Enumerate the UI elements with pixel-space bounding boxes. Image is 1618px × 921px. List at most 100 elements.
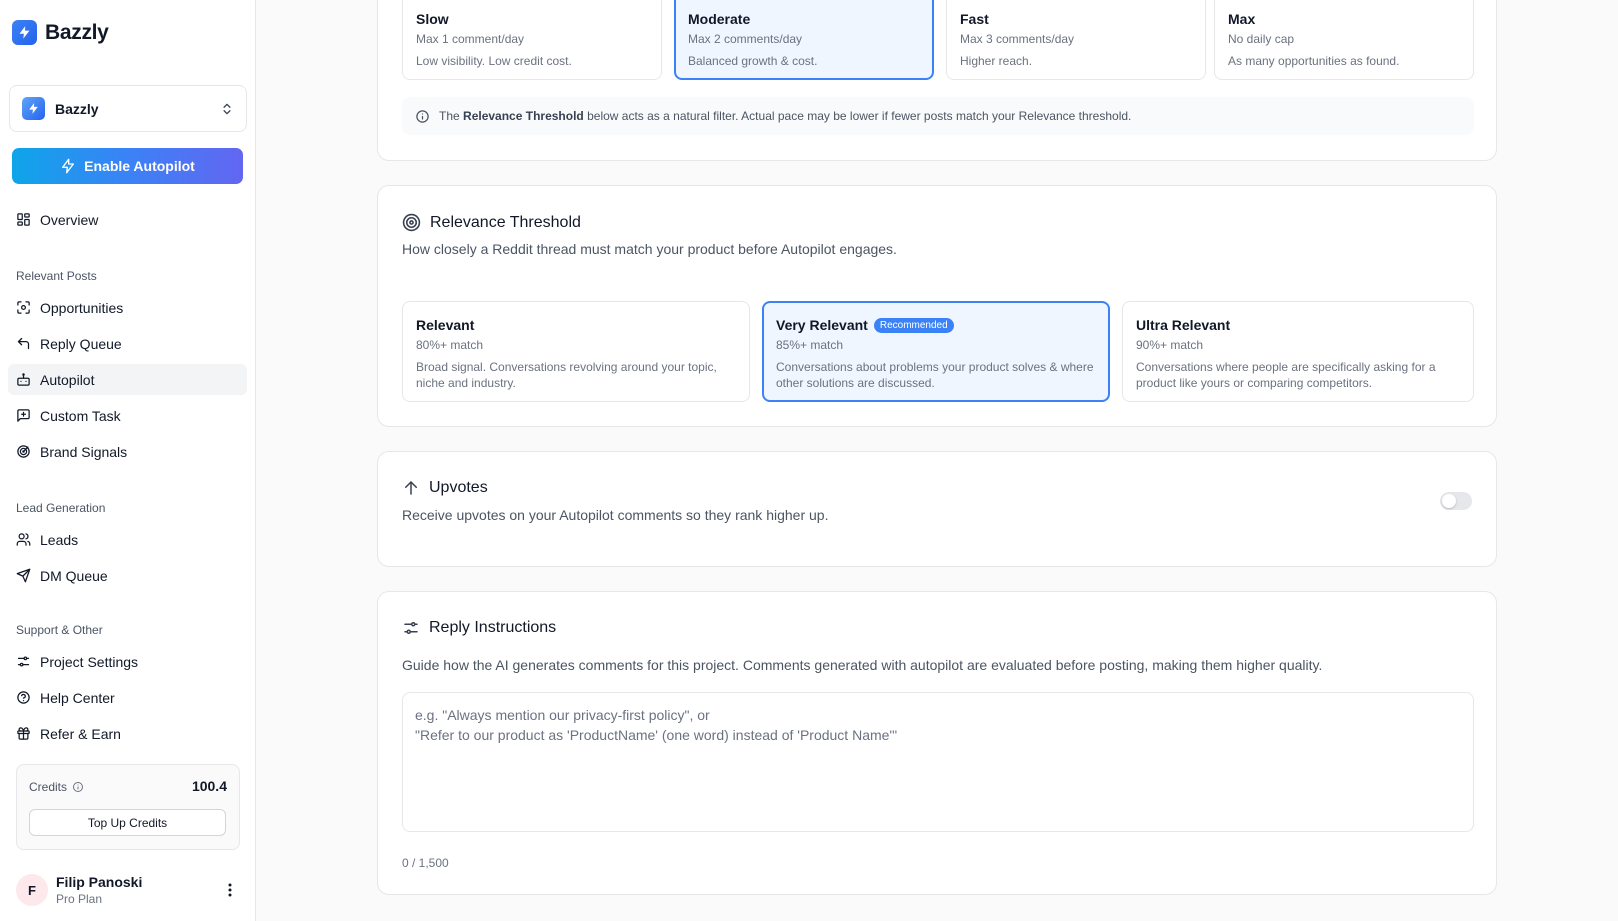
sliders-icon — [17, 656, 30, 667]
option-sub: Max 2 comments/day — [688, 32, 803, 46]
upvotes-card: Upvotes Receive upvotes on your Autopilo… — [377, 451, 1497, 567]
target-icon — [402, 213, 421, 232]
relevance-option-ultra-relevant[interactable]: Ultra Relevant 90%+ match Conversations … — [1122, 301, 1474, 402]
user-profile[interactable]: F Filip Panoski Pro Plan — [16, 872, 240, 908]
sidebar-item-overview[interactable]: Overview — [8, 204, 247, 235]
option-desc: Conversations where people are specifica… — [1136, 360, 1436, 390]
section-relevant-posts: Relevant Posts — [16, 269, 97, 283]
pace-card: Slow Max 1 comment/day Low visibility. L… — [377, 0, 1497, 161]
relevance-header: Relevance Threshold — [402, 213, 581, 232]
pace-info-note: The Relevance Threshold below acts as a … — [402, 97, 1474, 135]
sidebar-item-label: Project Settings — [40, 653, 139, 670]
users-icon — [16, 533, 31, 546]
section-support-other: Support & Other — [16, 623, 103, 637]
brand-name: Bazzly — [45, 20, 109, 44]
top-up-credits-button[interactable]: Top Up Credits — [29, 809, 226, 836]
reply-instructions-card: Reply Instructions Guide how the AI gene… — [377, 591, 1497, 895]
sidebar-item-leads[interactable]: Leads — [8, 524, 247, 555]
relevance-option-very-relevant[interactable]: Very Relevant Recommended 85%+ match Con… — [762, 301, 1110, 402]
option-desc: Balanced growth & cost. — [688, 54, 818, 68]
recommended-badge: Recommended — [873, 317, 954, 333]
option-sub: No daily cap — [1228, 32, 1295, 46]
option-desc: As many opportunities as found. — [1228, 54, 1400, 68]
avatar: F — [16, 874, 48, 906]
chevron-up-down-icon — [223, 103, 231, 114]
sidebar: Bazzly Bazzly Enable Autopilot Overview … — [0, 0, 256, 921]
radar-icon — [17, 445, 30, 458]
sidebar-item-label: Brand Signals — [40, 443, 128, 460]
option-title: Ultra Relevant — [1136, 317, 1231, 333]
option-sub: Max 1 comment/day — [416, 32, 525, 46]
sidebar-item-dm-queue[interactable]: DM Queue — [8, 560, 247, 591]
character-counter: 0 / 1,500 — [402, 856, 449, 870]
info-prefix: The — [439, 109, 460, 123]
option-title: Relevant — [416, 317, 475, 333]
instructions-header: Reply Instructions — [402, 619, 556, 637]
gift-icon — [17, 727, 30, 740]
pace-option-fast[interactable]: Fast Max 3 comments/day Higher reach. — [946, 0, 1206, 80]
sidebar-item-brand-signals[interactable]: Brand Signals — [8, 436, 247, 467]
sidebar-item-label: DM Queue — [40, 567, 108, 584]
credits-value: 100.4 — [191, 778, 227, 794]
toggle-knob — [1442, 494, 1456, 508]
relevance-option-relevant[interactable]: Relevant 80%+ match Broad signal. Conver… — [402, 301, 750, 402]
card-desc: Guide how the AI generates comments for … — [402, 657, 1323, 673]
sidebar-item-opportunities[interactable]: Opportunities — [8, 292, 247, 323]
sidebar-item-reply-queue[interactable]: Reply Queue — [8, 328, 247, 359]
reply-instructions-input[interactable] — [402, 692, 1474, 832]
option-title-row: Very Relevant Recommended — [776, 317, 1096, 333]
project-switcher[interactable]: Bazzly — [9, 85, 247, 132]
sidebar-item-project-settings[interactable]: Project Settings — [8, 646, 247, 677]
sidebar-item-label: Opportunities — [40, 299, 124, 316]
scan-icon — [17, 301, 30, 314]
option-title: Very Relevant — [776, 317, 868, 333]
info-suffix: below acts as a natural filter. Actual p… — [587, 109, 1132, 123]
card-title: Relevance Threshold — [430, 213, 581, 231]
sidebar-item-custom-task[interactable]: Custom Task — [8, 400, 247, 431]
pace-option-slow[interactable]: Slow Max 1 comment/day Low visibility. L… — [402, 0, 662, 80]
sidebar-item-label: Custom Task — [40, 407, 121, 424]
card-title: Reply Instructions — [429, 619, 557, 636]
sidebar-item-label: Autopilot — [40, 371, 95, 388]
option-sub: 85%+ match — [776, 338, 844, 352]
sidebar-item-label: Overview — [40, 211, 99, 228]
info-icon[interactable] — [72, 781, 84, 793]
enable-autopilot-button[interactable]: Enable Autopilot — [12, 148, 243, 184]
sidebar-item-label: Reply Queue — [40, 335, 122, 352]
credits-panel: Credits 100.4 Top Up Credits — [16, 764, 240, 850]
brand[interactable]: Bazzly — [12, 20, 109, 45]
card-title: Upvotes — [429, 479, 488, 496]
user-plan: Pro Plan — [56, 892, 103, 906]
credits-label: Credits — [29, 780, 84, 794]
option-title: Slow — [416, 11, 449, 27]
option-title: Moderate — [688, 11, 751, 27]
option-title: Fast — [960, 11, 989, 27]
dashboard-icon — [17, 213, 30, 226]
card-desc: How closely a Reddit thread must match y… — [402, 241, 897, 257]
project-logo-icon — [22, 97, 45, 120]
message-plus-icon — [17, 409, 30, 422]
sidebar-item-refer-earn[interactable]: Refer & Earn — [8, 718, 247, 749]
option-sub: Max 3 comments/day — [960, 32, 1075, 46]
sliders-icon — [404, 622, 418, 634]
sidebar-item-label: Leads — [40, 531, 79, 548]
pace-option-moderate[interactable]: Moderate Max 2 comments/day Balanced gro… — [674, 0, 934, 80]
card-desc: Receive upvotes on your Autopilot commen… — [402, 507, 829, 523]
enable-autopilot-label: Enable Autopilot — [84, 158, 195, 174]
bolt-icon — [62, 158, 75, 174]
option-sub: 90%+ match — [1136, 338, 1204, 352]
help-circle-icon — [17, 691, 30, 704]
sidebar-item-label: Help Center — [40, 689, 115, 706]
sidebar-item-autopilot[interactable]: Autopilot — [8, 364, 247, 395]
pace-option-max[interactable]: Max No daily cap As many opportunities a… — [1214, 0, 1474, 80]
user-info: Filip Panoski Pro Plan — [56, 874, 220, 906]
bot-icon — [17, 373, 30, 386]
sidebar-item-help-center[interactable]: Help Center — [8, 682, 247, 713]
more-vertical-icon[interactable] — [220, 880, 240, 900]
info-icon — [416, 109, 429, 123]
section-lead-generation: Lead Generation — [16, 501, 106, 515]
upvotes-toggle[interactable] — [1440, 492, 1472, 510]
user-name: Filip Panoski — [56, 874, 143, 890]
sidebar-item-label: Refer & Earn — [40, 725, 121, 742]
info-bold: Relevance Threshold — [463, 109, 584, 123]
